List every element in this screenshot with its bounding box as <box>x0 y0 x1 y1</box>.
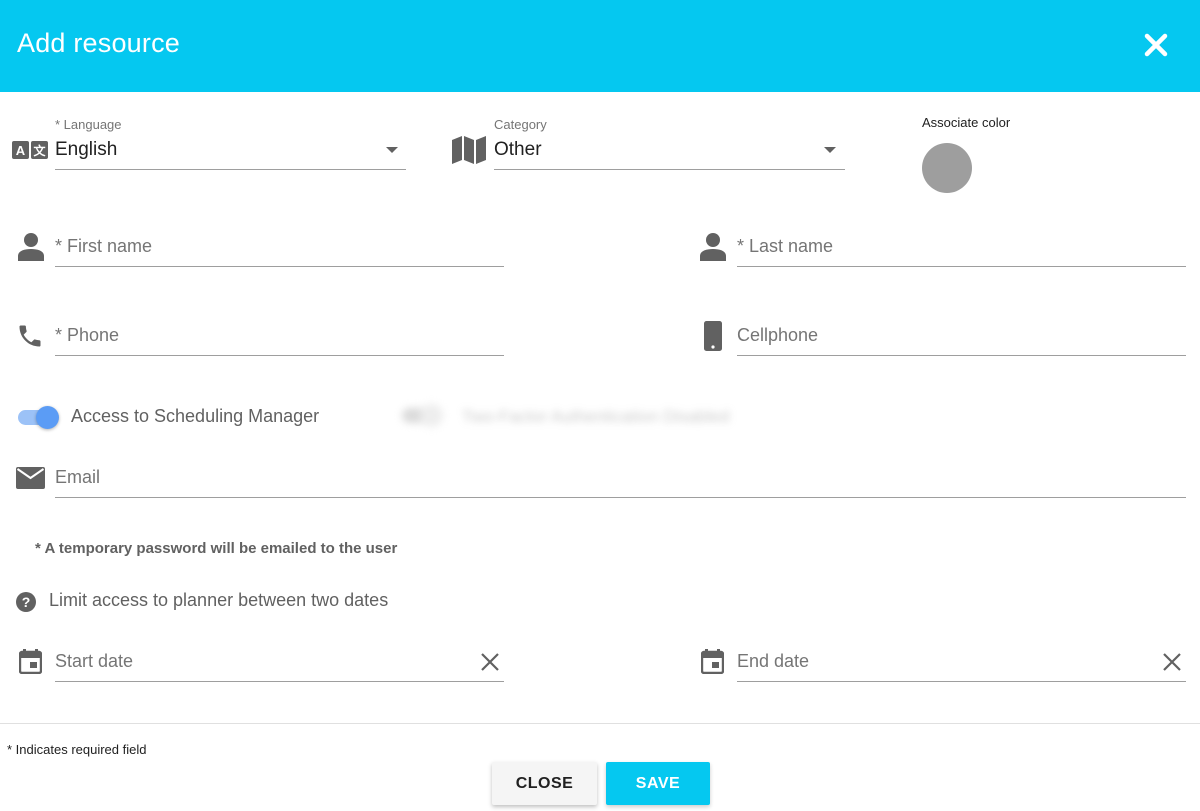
email-placeholder: Email <box>55 467 101 487</box>
dialog-header: Add resource <box>0 0 1200 92</box>
end-date-placeholder: End date <box>737 651 810 671</box>
help-icon[interactable]: ? <box>16 592 36 612</box>
start-date-placeholder: Start date <box>55 651 134 671</box>
language-label: * Language <box>55 117 122 132</box>
last-name-placeholder: * Last name <box>737 236 834 256</box>
scheduling-access-label: Access to Scheduling Manager <box>71 406 320 426</box>
translate-icon: A 文 <box>12 141 48 159</box>
category-underline <box>494 169 845 170</box>
last-name-field[interactable]: * Last name <box>737 230 1186 267</box>
close-icon[interactable] <box>1141 30 1171 60</box>
required-field-note: * Indicates required field <box>7 742 147 757</box>
svg-text:A: A <box>16 143 26 158</box>
calendar-icon <box>701 649 724 674</box>
language-value: English <box>55 139 118 160</box>
toggle-knob <box>420 404 443 427</box>
chevron-down-icon <box>824 147 836 153</box>
language-select[interactable]: * Language English <box>55 117 406 170</box>
end-date-underline <box>737 681 1186 682</box>
save-button[interactable]: SAVE <box>606 762 710 805</box>
phone-field[interactable]: * Phone <box>55 319 504 356</box>
associate-color-label: Associate color <box>922 115 1011 130</box>
footer-divider <box>0 723 1200 724</box>
person-icon <box>700 233 726 261</box>
close-button[interactable]: CLOSE <box>492 762 597 805</box>
smartphone-icon <box>704 321 722 351</box>
first-name-underline <box>55 266 504 267</box>
svg-text:?: ? <box>22 594 31 610</box>
scheduling-access-toggle[interactable] <box>18 406 60 429</box>
two-factor-toggle[interactable]: Two-Factor Authentication Disabled <box>400 402 770 434</box>
cellphone-field[interactable]: Cellphone <box>737 319 1186 356</box>
toggle-knob <box>36 406 59 429</box>
start-date-underline <box>55 681 504 682</box>
end-date-field[interactable]: End date <box>737 645 1186 682</box>
map-icon <box>452 136 486 164</box>
dialog-title: Add resource <box>17 28 180 58</box>
email-icon <box>16 467 45 489</box>
category-value: Other <box>494 139 542 160</box>
chevron-down-icon <box>386 147 398 153</box>
email-field[interactable]: Email <box>55 461 1186 498</box>
password-note: * A temporary password will be emailed t… <box>35 540 398 557</box>
cellphone-placeholder: Cellphone <box>737 325 819 345</box>
phone-icon <box>16 322 44 350</box>
first-name-placeholder: * First name <box>55 236 153 256</box>
color-picker-swatch[interactable] <box>922 143 972 193</box>
calendar-icon <box>19 649 42 674</box>
category-label: Category <box>494 117 547 132</box>
svg-text:文: 文 <box>33 143 46 158</box>
limit-access-label: Limit access to planner between two date… <box>49 590 389 610</box>
phone-placeholder: * Phone <box>55 325 120 345</box>
clear-end-date-icon[interactable] <box>1163 653 1181 671</box>
category-select[interactable]: Category Other <box>494 117 845 170</box>
cellphone-underline <box>737 355 1186 356</box>
clear-start-date-icon[interactable] <box>481 653 499 671</box>
phone-underline <box>55 355 504 356</box>
person-icon <box>18 233 44 261</box>
language-underline <box>55 169 406 170</box>
email-underline <box>55 497 1186 498</box>
start-date-field[interactable]: Start date <box>55 645 504 682</box>
last-name-underline <box>737 266 1186 267</box>
first-name-field[interactable]: * First name <box>55 230 504 267</box>
two-factor-label: Two-Factor Authentication Disabled <box>462 407 730 426</box>
